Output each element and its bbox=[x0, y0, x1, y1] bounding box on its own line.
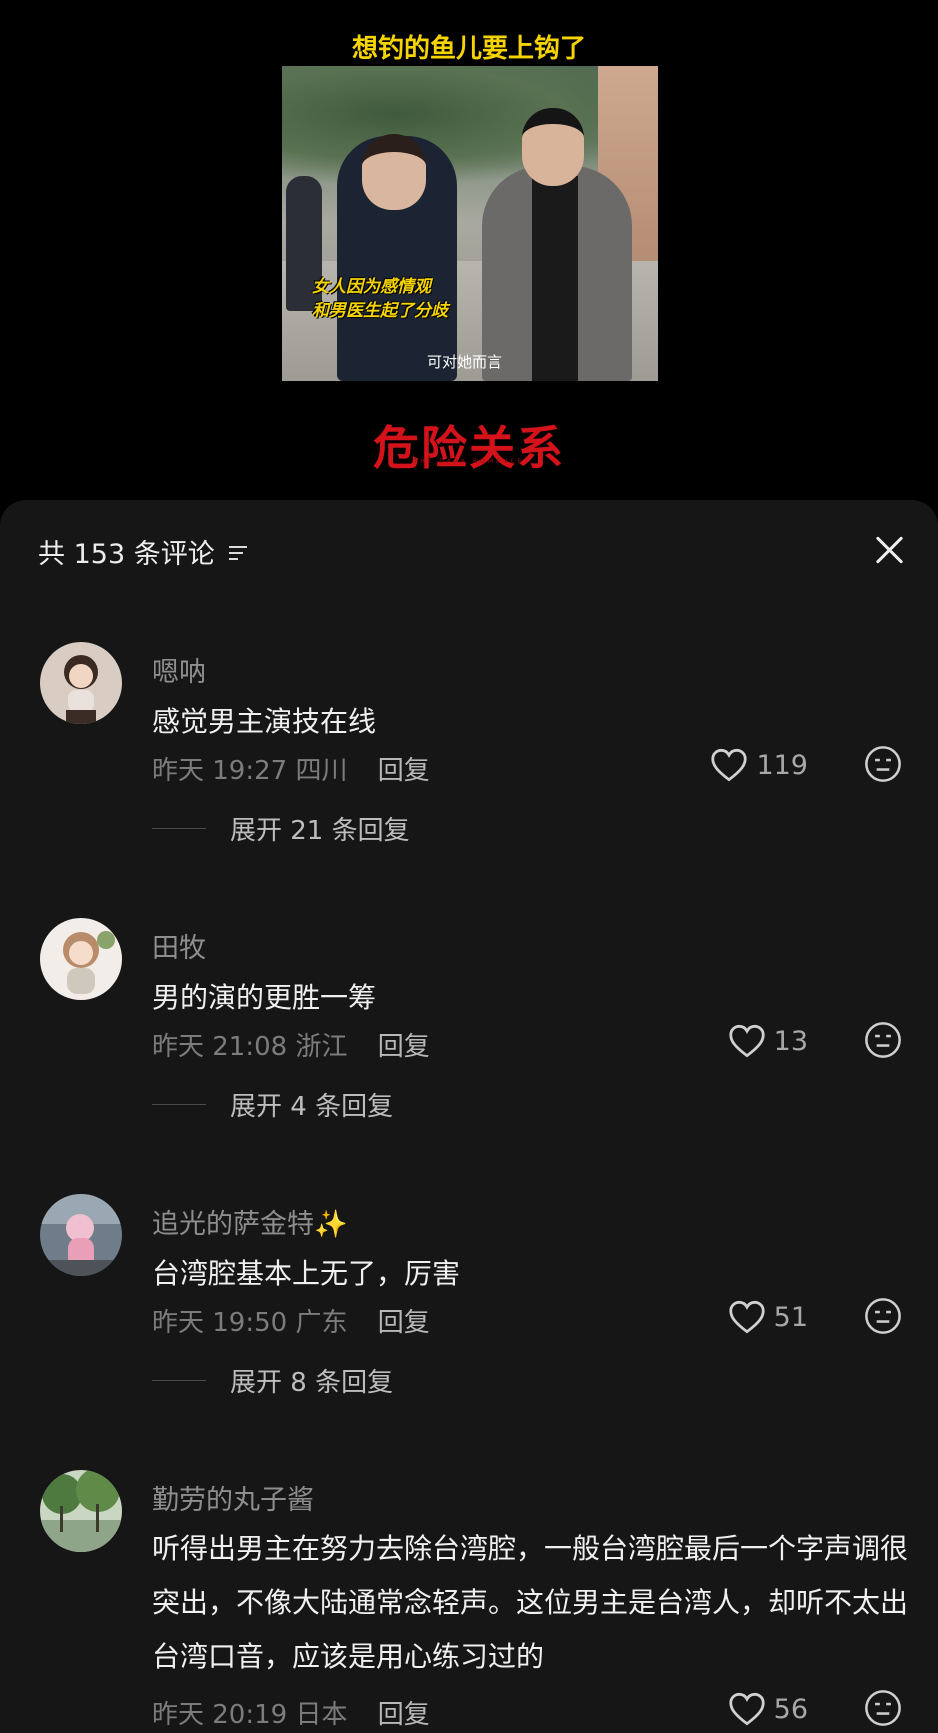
dislike-face-icon[interactable] bbox=[864, 1021, 902, 1059]
comment-username[interactable]: 田牧 bbox=[152, 926, 206, 965]
video-caption: 可对她而言 bbox=[427, 353, 503, 371]
expand-divider bbox=[152, 1380, 206, 1381]
expand-divider bbox=[152, 1104, 206, 1105]
avatar[interactable] bbox=[40, 642, 122, 724]
comment-meta: 昨天 20:19 日本 回复 bbox=[152, 1694, 430, 1731]
video-woman-head bbox=[362, 134, 426, 210]
like-count: 119 bbox=[756, 749, 808, 781]
video-subtitle-line1: 女人因为感情观 bbox=[312, 277, 431, 297]
comment-item: 勤劳的丸子酱 听得出男主在努力去除台湾腔，一般台湾腔最后一个字声调很突出，不像大… bbox=[0, 1470, 938, 1733]
comment-text: 感觉男主演技在线 bbox=[152, 705, 377, 738]
like-count: 51 bbox=[773, 1301, 808, 1333]
video-man-head bbox=[522, 108, 584, 186]
comment-meta: 昨天 19:27 四川 回复 bbox=[152, 750, 430, 787]
heart-icon bbox=[729, 1692, 765, 1726]
comments-header: 共 153 条评论 bbox=[38, 532, 249, 571]
reply-button[interactable]: 回复 bbox=[378, 1032, 430, 1062]
like-count: 13 bbox=[773, 1025, 808, 1057]
comment-username[interactable]: 勤劳的丸子酱 bbox=[152, 1478, 314, 1517]
dislike-face-icon[interactable] bbox=[864, 1297, 902, 1335]
avatar[interactable] bbox=[40, 1194, 122, 1276]
video-player[interactable]: 想钓的鱼儿要上钩了 女人因为感情观 和男医生起了分歧 可对她而言 危险关系 TH… bbox=[0, 0, 938, 500]
comment-text: 听得出男主在努力去除台湾腔，一般台湾腔最后一个字声调很突出，不像大陆通常念轻声。… bbox=[152, 1532, 909, 1673]
heart-icon bbox=[729, 1300, 765, 1334]
reply-button[interactable]: 回复 bbox=[378, 1700, 430, 1730]
video-man-shirt bbox=[532, 176, 578, 381]
expand-replies-button[interactable]: 展开 8 条回复 bbox=[152, 1362, 393, 1399]
expand-replies-label: 展开 21 条回复 bbox=[230, 816, 410, 846]
expand-replies-button[interactable]: 展开 4 条回复 bbox=[152, 1086, 393, 1123]
comments-count-title: 共 153 条评论 bbox=[38, 539, 215, 570]
sort-icon[interactable] bbox=[228, 544, 249, 560]
expand-replies-button[interactable]: 展开 21 条回复 bbox=[152, 810, 410, 847]
avatar[interactable] bbox=[40, 918, 122, 1000]
comment-text: 台湾腔基本上无了，厉害 bbox=[152, 1257, 461, 1290]
comments-sheet: 共 153 条评论 嗯呐 感觉男主演技在线 昨天 19:27 四川 回复 119 bbox=[0, 500, 938, 1733]
comment-username[interactable]: 追光的萨金特✨ bbox=[152, 1202, 348, 1241]
comment-item: 田牧 男的演的更胜一筹 昨天 21:08 浙江 回复 13 展开 4 条回复 bbox=[0, 918, 938, 1122]
like-count: 56 bbox=[773, 1693, 808, 1725]
show-title-logo: 危险关系 bbox=[373, 421, 565, 475]
heart-icon bbox=[711, 748, 748, 782]
comment-location: 四川 bbox=[295, 756, 348, 786]
avatar[interactable] bbox=[40, 1470, 122, 1552]
comment-location: 浙江 bbox=[295, 1032, 348, 1062]
video-subtitle-line2: 和男医生起了分歧 bbox=[312, 301, 448, 321]
expand-divider bbox=[152, 828, 206, 829]
comment-username[interactable]: 嗯呐 bbox=[152, 650, 206, 689]
like-button[interactable]: 51 bbox=[728, 1300, 808, 1334]
close-icon[interactable] bbox=[874, 534, 904, 564]
like-button[interactable]: 56 bbox=[728, 1692, 808, 1726]
comment-item: 追光的萨金特✨ 台湾腔基本上无了，厉害 昨天 19:50 广东 回复 51 展开… bbox=[0, 1194, 938, 1398]
expand-replies-label: 展开 4 条回复 bbox=[230, 1092, 394, 1122]
show-subtitle: THE DARK ROMANCE bbox=[413, 458, 525, 465]
reply-button[interactable]: 回复 bbox=[378, 1308, 430, 1338]
expand-replies-label: 展开 8 条回复 bbox=[230, 1368, 394, 1398]
dislike-face-icon[interactable] bbox=[864, 1689, 902, 1727]
heart-icon bbox=[729, 1024, 765, 1058]
comment-meta: 昨天 19:50 广东 回复 bbox=[152, 1302, 430, 1339]
video-frame[interactable]: 女人因为感情观 和男医生起了分歧 可对她而言 bbox=[282, 66, 658, 381]
comment-location: 广东 bbox=[295, 1308, 348, 1338]
video-top-caption: 想钓的鱼儿要上钩了 bbox=[351, 34, 586, 64]
like-button[interactable]: 13 bbox=[728, 1024, 808, 1058]
comment-text: 男的演的更胜一筹 bbox=[152, 981, 377, 1014]
like-button[interactable]: 119 bbox=[710, 748, 808, 782]
dislike-face-icon[interactable] bbox=[864, 745, 902, 783]
comment-time: 昨天 20:19 bbox=[152, 1700, 288, 1730]
comment-time: 昨天 21:08 bbox=[152, 1032, 288, 1062]
comment-time: 昨天 19:27 bbox=[152, 756, 288, 786]
comment-time: 昨天 19:50 bbox=[152, 1308, 288, 1338]
comment-location: 日本 bbox=[295, 1700, 348, 1730]
reply-button[interactable]: 回复 bbox=[378, 756, 430, 786]
comment-meta: 昨天 21:08 浙江 回复 bbox=[152, 1026, 430, 1063]
comment-item: 嗯呐 感觉男主演技在线 昨天 19:27 四川 回复 119 展开 21 条回复 bbox=[0, 642, 938, 846]
